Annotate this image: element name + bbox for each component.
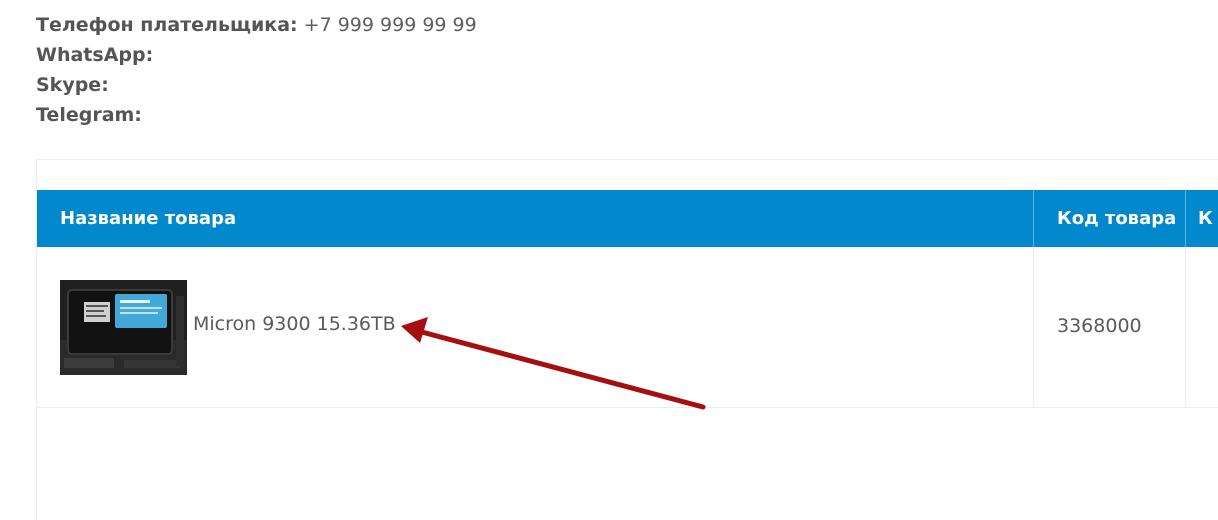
whatsapp-row: WhatsApp: <box>36 40 477 70</box>
payer-info: Телефон плательщика: +7 999 999 99 99 Wh… <box>36 10 477 130</box>
payer-phone-value: +7 999 999 99 99 <box>303 14 477 36</box>
telegram-label: Telegram: <box>36 104 142 126</box>
table-header: Название товара Код товара К <box>37 190 1218 247</box>
product-image[interactable] <box>60 280 187 375</box>
cell-truncated <box>1185 247 1218 407</box>
whatsapp-label: WhatsApp: <box>36 44 154 66</box>
product-code-value: 3368000 <box>1057 315 1142 337</box>
table-row: Micron 9300 15.36TB 3368000 <box>37 247 1218 408</box>
telegram-row: Telegram: <box>36 100 477 130</box>
payer-phone-label: Телефон плательщика: <box>36 14 298 36</box>
product-name-link[interactable]: Micron 9300 15.36TB <box>193 313 396 335</box>
cell-product-name: Micron 9300 15.36TB <box>37 247 1033 407</box>
order-items-card: Название товара Код товара К Micron 9300… <box>36 159 1218 520</box>
column-header-product-name: Название товара <box>60 208 237 229</box>
skype-label: Skype: <box>36 74 109 96</box>
column-header-product-code: Код товара <box>1033 190 1185 247</box>
skype-row: Skype: <box>36 70 477 100</box>
ssd-product-photo-icon <box>60 280 187 375</box>
cell-product-code: 3368000 <box>1033 247 1185 407</box>
column-header-truncated: К <box>1185 190 1218 247</box>
payer-phone-row: Телефон плательщика: +7 999 999 99 99 <box>36 10 477 40</box>
